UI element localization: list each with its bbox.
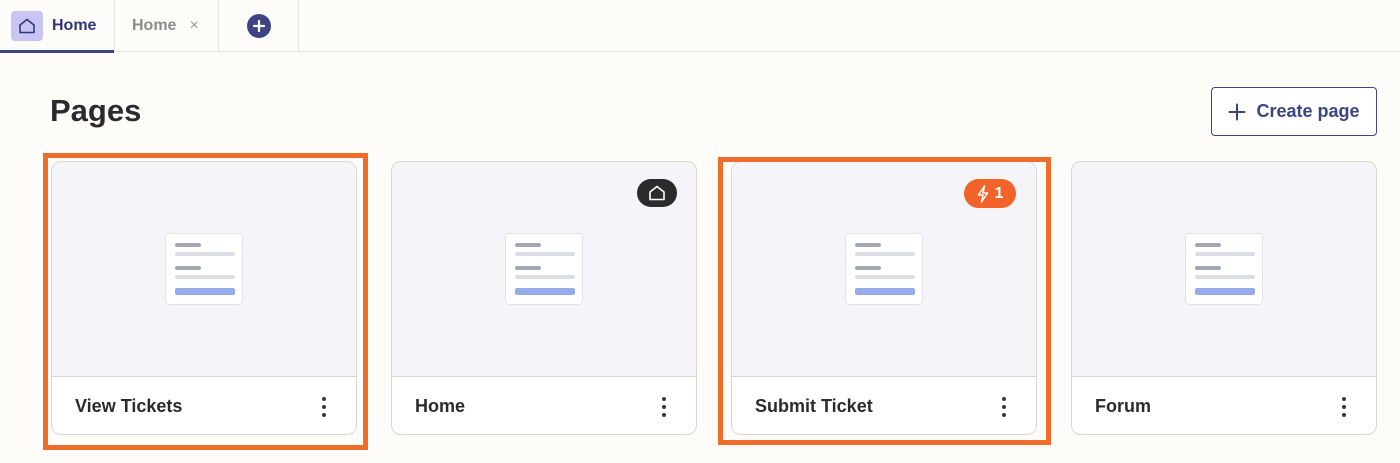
more-options-icon[interactable] — [1338, 396, 1350, 417]
card-title: Forum — [1095, 396, 1151, 416]
add-tab-button[interactable] — [219, 0, 299, 52]
plus-circle-icon — [246, 14, 271, 38]
tab-label: Home — [52, 17, 97, 34]
create-page-label: Create page — [1256, 101, 1360, 121]
home-icon — [11, 11, 43, 41]
card-footer: Submit Ticket — [732, 377, 1036, 434]
page-thumbnail-icon — [845, 233, 923, 305]
card-title: View Tickets — [75, 396, 183, 416]
page-card-home[interactable]: Home — [391, 161, 697, 435]
card-title: Home — [415, 396, 466, 416]
page-thumbnail-icon — [165, 233, 243, 305]
home-icon — [649, 185, 665, 201]
tab-home-active[interactable]: Home — [0, 0, 115, 53]
page-preview[interactable] — [392, 162, 696, 377]
card-footer: Home — [392, 377, 696, 434]
tab-label: Home — [132, 17, 177, 34]
more-options-icon[interactable] — [658, 396, 670, 417]
close-icon[interactable]: × — [189, 17, 198, 35]
plus-icon — [1228, 103, 1246, 121]
page-card-forum[interactable]: Forum — [1071, 161, 1377, 435]
create-page-button[interactable]: Create page — [1211, 87, 1377, 136]
lightning-icon — [977, 184, 988, 203]
automation-count-badge[interactable]: 1 — [964, 179, 1016, 208]
page-card-submit-ticket[interactable]: 1 Submit Ticket — [731, 161, 1037, 435]
card-title: Submit Ticket — [755, 396, 873, 416]
page-preview[interactable] — [52, 162, 356, 377]
more-options-icon[interactable] — [318, 396, 330, 417]
more-options-icon[interactable] — [998, 396, 1010, 417]
badge-count: 1 — [994, 184, 1004, 202]
page-card-view-tickets[interactable]: View Tickets — [51, 161, 357, 435]
page-preview[interactable]: 1 — [732, 162, 1036, 377]
card-footer: View Tickets — [52, 377, 356, 434]
tab-bar: Home Home × — [0, 0, 1400, 53]
page-title: Pages — [50, 93, 142, 128]
page-thumbnail-icon — [1185, 233, 1263, 305]
page-thumbnail-icon — [505, 233, 583, 305]
home-page-badge — [637, 179, 677, 207]
card-footer: Forum — [1072, 377, 1376, 434]
page-preview[interactable] — [1072, 162, 1376, 377]
tab-home-secondary[interactable]: Home × — [115, 0, 219, 52]
